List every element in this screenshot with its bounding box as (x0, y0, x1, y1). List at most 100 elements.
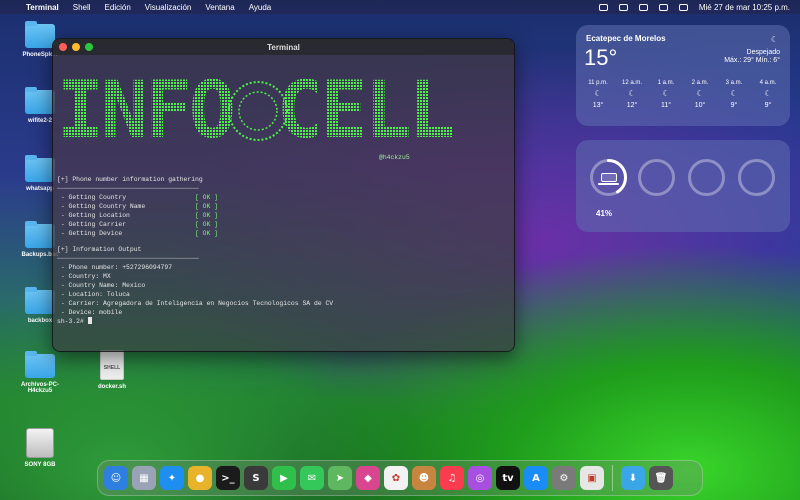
dock-photos-icon[interactable]: ✿ (384, 466, 408, 490)
desktop-item-archivos[interactable]: Archivos-PC-H4ckzu5 (12, 351, 68, 394)
section-header: [+] Information Output (57, 246, 142, 253)
dock-separator (612, 465, 613, 491)
weather-widget[interactable]: Ecatepec de Morelos 15° ☾ Despejado Máx.… (576, 25, 790, 126)
output-line: - Carrier: Agregadora de Inteligencia en… (57, 300, 334, 307)
dock-trash-icon[interactable]: 🗑 (649, 466, 673, 490)
author-handle: @h4ckzu5 (379, 154, 410, 161)
battery-ring-empty (688, 159, 725, 196)
dock-contacts-icon[interactable]: ☻ (412, 466, 436, 490)
check-row: - Getting Location[ OK ] (57, 212, 219, 219)
dock-podcasts-icon[interactable]: ◎ (468, 466, 492, 490)
battery-ring-empty (738, 159, 775, 196)
desktop-item-label: docker.sh (97, 384, 126, 390)
menu-shell[interactable]: Shell (73, 3, 91, 12)
moon-icon: ☾ (764, 89, 772, 98)
terminal-content[interactable]: INFO CELL @h4ckzu5 [+] Phone number info… (53, 55, 514, 326)
weather-city: Ecatepec de Morelos (586, 34, 666, 43)
dock-chrome-icon[interactable]: ● (188, 466, 212, 490)
check-row: - Getting Carrier[ OK ] (57, 221, 219, 228)
menu-edicion[interactable]: Edición (105, 3, 131, 12)
battery-percent: 41% (596, 209, 613, 218)
output-line: - Phone number: +527296094797 (57, 264, 173, 271)
menu-visualizacion[interactable]: Visualización (145, 3, 192, 12)
moon-icon: ☾ (730, 89, 738, 98)
moon-icon: ☾ (696, 89, 704, 98)
weather-temperature: 15° (584, 45, 618, 70)
menu-clock[interactable]: Mié 27 de mar 10:25 p.m. (699, 3, 790, 12)
dock-app-store-icon[interactable]: A (524, 466, 548, 490)
dock-finder-icon[interactable]: ☺ (104, 466, 128, 490)
output-line: - Location: Toluca (57, 291, 130, 298)
dock-downloads-icon[interactable]: ⬇ (621, 466, 645, 490)
check-row: - Getting Country Name[ OK ] (57, 203, 219, 210)
section-header: [+] Phone number information gathering (57, 176, 203, 183)
moon-icon: ☾ (628, 89, 636, 98)
dock-terminal-icon[interactable]: >_ (216, 466, 240, 490)
dock-launchpad-icon[interactable]: ▦ (132, 466, 156, 490)
weather-condition: Despejado (746, 49, 780, 56)
folder-icon (25, 221, 55, 248)
siri-icon[interactable] (678, 3, 688, 11)
terminal-titlebar[interactable]: Terminal (53, 39, 514, 55)
dock-sublime-icon[interactable]: S (244, 466, 268, 490)
folder-icon (25, 21, 55, 48)
dock-shortcuts-icon[interactable]: ◆ (356, 466, 380, 490)
dock-system-settings-icon[interactable]: ⚙ (552, 466, 576, 490)
text-cursor (87, 317, 92, 324)
shell-file-icon: SHELL (100, 350, 124, 380)
hour-forecast: 1 a.m. ☾ 11° (650, 80, 682, 109)
volume-icon[interactable] (598, 3, 608, 11)
weather-range: Máx.: 29° Mín.: 6° (724, 57, 780, 64)
terminal-window[interactable]: Terminal INFO CELL @h4ckzu5 [+] Phone nu… (52, 38, 515, 352)
drive-icon (26, 428, 54, 458)
moon-icon: ☾ (662, 89, 670, 98)
dock-messages-icon[interactable]: ✉ (300, 466, 324, 490)
moon-icon: ☾ (594, 89, 602, 98)
desktop-item-docker-sh[interactable]: SHELL docker.sh (84, 350, 140, 390)
banner-text: INFO CELL (57, 66, 453, 156)
battery-widget[interactable]: 41% (576, 140, 790, 232)
dock: ☺ ▦ ✦ ● >_ S ▶ ✉ ➤ ◆ ✿ ☻ ♫ ◎ tv A ⚙ ▣ ⬇ 🗑 (97, 460, 703, 496)
wifi-icon[interactable] (618, 3, 628, 11)
ascii-banner-art: INFO CELL (57, 66, 456, 156)
dock-maps-icon[interactable]: ➤ (328, 466, 352, 490)
menu-ventana[interactable]: Ventana (205, 3, 234, 12)
folder-icon (25, 155, 55, 182)
shell-prompt[interactable]: sh-3.2# (57, 317, 510, 326)
terminal-title: Terminal (267, 42, 300, 52)
menu-bar: Terminal Shell Edición Visualización Ven… (0, 0, 800, 14)
menu-ayuda[interactable]: Ayuda (249, 3, 272, 12)
dock-tv-icon[interactable]: tv (496, 466, 520, 490)
hour-forecast: 3 a.m. ☾ 9° (718, 80, 750, 109)
weather-hourly: 11 p.m. ☾ 13° 12 a.m. ☾ 12° 1 a.m. ☾ 11° 2 a.m… (582, 80, 784, 109)
hour-forecast: 11 p.m. ☾ 13° (582, 80, 614, 109)
hour-forecast: 4 a.m. ☾ 9° (752, 80, 784, 109)
output-line: - Country Name: Mexico (57, 282, 146, 289)
desktop-item-label: SONY 8GB (24, 462, 56, 468)
battery-ring-empty (638, 159, 675, 196)
laptop-icon (598, 173, 619, 185)
folder-icon (25, 87, 55, 114)
dock-music-icon[interactable]: ♫ (440, 466, 464, 490)
separator: ───────────────────────────────────── (57, 255, 199, 262)
separator: ───────────────────────────────────── (57, 185, 199, 192)
desktop-item-sony-drive[interactable]: SONY 8GB (12, 428, 68, 468)
hour-forecast: 2 a.m. ☾ 10° (684, 80, 716, 109)
hour-forecast: 12 a.m. ☾ 12° (616, 80, 648, 109)
control-center-icon[interactable] (658, 3, 668, 11)
search-icon[interactable] (638, 3, 648, 11)
menu-app-name[interactable]: Terminal (26, 3, 59, 12)
moon-icon: ☾ (770, 35, 778, 44)
desktop-item-label: Archivos-PC-H4ckzu5 (20, 382, 59, 394)
dock-preview-icon[interactable]: ▣ (580, 466, 604, 490)
output-line: - Device: mobile (57, 309, 123, 316)
file-badge: SHELL (103, 365, 121, 371)
check-row: - Getting Country[ OK ] (57, 194, 219, 201)
output-line: - Country: MX (57, 273, 111, 280)
folder-icon (25, 351, 55, 378)
dock-safari-icon[interactable]: ✦ (160, 466, 184, 490)
check-row: - Getting Device[ OK ] (57, 230, 219, 237)
folder-icon (25, 287, 55, 314)
dock-facetime-icon[interactable]: ▶ (272, 466, 296, 490)
ascii-banner: INFO CELL @h4ckzu5 (57, 55, 510, 175)
